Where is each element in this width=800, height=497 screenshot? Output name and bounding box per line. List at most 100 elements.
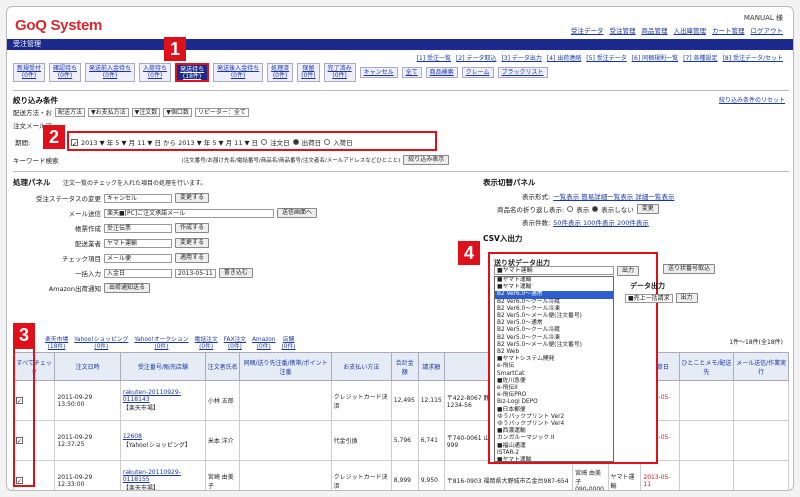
- panel-select[interactable]: 楽天■[PC]ご注文承諾メール: [104, 208, 274, 218]
- panel-button[interactable]: 適用する: [175, 253, 210, 263]
- status-tab[interactable]: 発送後入金待ち (0件): [213, 63, 264, 82]
- dropdown-option[interactable]: e-飛伝: [495, 363, 613, 370]
- display-format-links[interactable]: 一覧表示 簡易詳細一覧表示 詳細一覧表示: [553, 191, 674, 201]
- panel-button[interactable]: 変更する: [175, 193, 210, 203]
- carrier-select[interactable]: ■ヤマト運輸: [494, 266, 614, 275]
- payment-select[interactable]: ▼お支払方法: [88, 107, 129, 117]
- status-tab[interactable]: 新規受付 (0件): [13, 63, 46, 82]
- status-tab[interactable]: 処理済 (0件): [267, 63, 294, 82]
- panel-button[interactable]: 作成する: [175, 223, 210, 233]
- topnav-link[interactable]: ログアウト: [751, 25, 784, 35]
- column-header[interactable]: ひとことメモ/配送先: [678, 352, 735, 381]
- channel-tab[interactable]: 電話注文 (0件): [195, 337, 218, 350]
- wrap-off-radio[interactable]: [592, 206, 599, 212]
- column-header[interactable]: お支払い方法: [330, 352, 392, 381]
- column-header[interactable]: 注文日時: [54, 352, 121, 381]
- data-output-select[interactable]: ■売上一括請求: [625, 293, 673, 303]
- sub-link[interactable]: [7] 各種設定: [683, 53, 717, 62]
- order-link[interactable]: rakuten-20110929-0118155: [123, 469, 203, 483]
- status-tab[interactable]: 確認待ち (0件): [49, 63, 82, 82]
- table-row[interactable]: ✓ 2011-09-29 13:50:00 rakuten-20110929-011…: [12, 380, 789, 421]
- dropdown-option[interactable]: ■日本郵便: [495, 407, 613, 414]
- panel-button[interactable]: 出荷通知送る: [104, 283, 151, 293]
- channel-tab[interactable]: Yahoo!ショッピング (0件): [74, 337, 128, 350]
- dropdown-option[interactable]: B2 Ver6.0～通常: [495, 291, 613, 299]
- channel-tab[interactable]: Yahoo!オークション (0件): [134, 337, 188, 350]
- sub-link[interactable]: [5] 受注データ: [586, 53, 626, 62]
- bulk-date-input[interactable]: 2013-05-11: [175, 268, 216, 278]
- table-row[interactable]: ✓ 2011-09-29 12:33:00 rakuten-20110929-011…: [12, 460, 789, 490]
- panel-button[interactable]: 変更する: [175, 238, 210, 248]
- topnav-link[interactable]: 受注管理: [610, 25, 636, 35]
- import-tracking-button[interactable]: 送り状番号取込: [663, 264, 716, 274]
- column-header[interactable]: 受注番号/販売店舗: [119, 352, 206, 381]
- dropdown-option[interactable]: ■福山通運: [495, 443, 613, 450]
- dropdown-option[interactable]: B2 Ver5.0～クール冷凍: [495, 335, 613, 342]
- order-link[interactable]: 12608: [123, 433, 203, 440]
- panel-select[interactable]: メール便: [104, 253, 172, 263]
- status-tab[interactable]: 入荷待ち (0件): [139, 63, 172, 82]
- dropdown-option[interactable]: B2 Ver5.0～クール冷蔵: [495, 327, 613, 334]
- count-links[interactable]: 50件表示 100件表示 200件表示: [553, 217, 649, 227]
- dropdown-option[interactable]: ■佐川急便: [495, 378, 613, 385]
- status-tab[interactable]: クレーム: [461, 67, 494, 78]
- dropdown-option[interactable]: B2 Ver5.0～メール便(注文番号): [495, 342, 613, 349]
- dropdown-option[interactable]: カンガルーマジック II: [495, 435, 613, 442]
- status-tab[interactable]: 商品検索: [425, 67, 458, 78]
- column-header[interactable]: 請求額: [417, 352, 445, 381]
- dropdown-option[interactable]: SmartCat: [495, 371, 613, 378]
- display-change-button[interactable]: 変更: [636, 204, 659, 214]
- output-button[interactable]: 出力: [617, 266, 640, 276]
- sub-link[interactable]: [2] データ取込: [456, 53, 496, 62]
- channel-tab[interactable]: 楽天市場 (18件): [45, 337, 68, 350]
- dropdown-option[interactable]: B2 Ver6.0～クール冷凍: [495, 306, 613, 313]
- column-header[interactable]: 同梱/送り先注番/携帯/ポイント注番: [239, 352, 332, 381]
- status-tab[interactable]: 全て: [401, 67, 422, 78]
- table-row[interactable]: ✓ 2011-09-29 12:37:25 12608 【Yahoo!ショッピング】米…: [12, 420, 789, 461]
- dropdown-option[interactable]: ISTAR-2: [495, 450, 613, 457]
- panel-select[interactable]: 入金日: [104, 268, 172, 278]
- sub-link[interactable]: [4] 出荷連絡: [547, 53, 581, 62]
- column-header[interactable]: 合計金額: [390, 352, 419, 381]
- dropdown-option[interactable]: B2 Ver6.0～クール冷蔵: [495, 299, 613, 306]
- dropdown-option[interactable]: Biz-Logi DEPO: [495, 399, 613, 406]
- order-number[interactable]: 12608 【Yahoo!ショッピング】: [119, 420, 206, 461]
- dropdown-option[interactable]: ゆうパックプリント Ver2: [495, 414, 613, 421]
- sub-link[interactable]: [1] 受注一覧: [417, 53, 451, 62]
- order-link[interactable]: rakuten-20110929-0118143: [123, 389, 203, 403]
- status-tab[interactable]: ブラックリスト: [497, 67, 548, 78]
- parcel-select[interactable]: ▼個口数: [163, 107, 192, 117]
- repeater-select[interactable]: リピーター：全て: [194, 107, 249, 117]
- channel-tab[interactable]: 店舗 (0件): [282, 337, 296, 350]
- column-header[interactable]: メール送信/作業実行: [733, 352, 789, 381]
- topnav-link[interactable]: 商品管理: [642, 25, 668, 35]
- topnav-link[interactable]: 受注データ: [571, 25, 604, 35]
- channel-tab[interactable]: Amazon (0件): [252, 337, 275, 350]
- sub-link[interactable]: [3] データ出力: [501, 53, 541, 62]
- delivery-select[interactable]: 配送方法: [55, 107, 86, 117]
- wrap-on-radio[interactable]: [567, 206, 574, 212]
- column-header[interactable]: 注文者氏名: [204, 352, 241, 381]
- status-tab[interactable]: 発送前入金待ち (0件): [85, 63, 136, 82]
- order-number[interactable]: rakuten-20110929-0118155 【楽天市場】: [119, 460, 206, 490]
- dropdown-option[interactable]: ■ヤマト運輸: [495, 457, 613, 461]
- data-output-button[interactable]: 出力: [675, 293, 698, 303]
- topnav-link[interactable]: 入出庫管理: [674, 25, 707, 35]
- panel-select[interactable]: 受注伝票: [104, 223, 172, 233]
- sub-link[interactable]: [6] 同梱規則一覧: [632, 53, 678, 62]
- panel-button[interactable]: 書き込む: [218, 268, 253, 278]
- topnav-link[interactable]: カート管理: [712, 25, 745, 35]
- panel-button[interactable]: 送信画面へ: [277, 208, 318, 218]
- filter-show-button[interactable]: 絞り込み表示: [403, 155, 450, 165]
- filter-reset-link[interactable]: 絞り込み条件のリセット: [719, 95, 785, 104]
- quantity-select[interactable]: ▼注文数: [131, 107, 161, 117]
- status-tab[interactable]: 完了済み (0件): [323, 63, 356, 82]
- status-tab[interactable]: 発送待ち (18件): [175, 63, 210, 82]
- status-tab[interactable]: キャンセル: [359, 67, 398, 78]
- channel-tab[interactable]: FAX注文 (0件): [224, 337, 246, 350]
- order-number[interactable]: rakuten-20110929-0118143 【楽天市場】: [119, 380, 206, 421]
- status-tab[interactable]: 保留 (0件): [297, 63, 320, 82]
- dropdown-option[interactable]: e-飛伝PRO: [495, 392, 613, 399]
- sub-link[interactable]: [8] 受注データ/セット: [723, 53, 783, 62]
- panel-select[interactable]: キャンセル: [104, 193, 172, 203]
